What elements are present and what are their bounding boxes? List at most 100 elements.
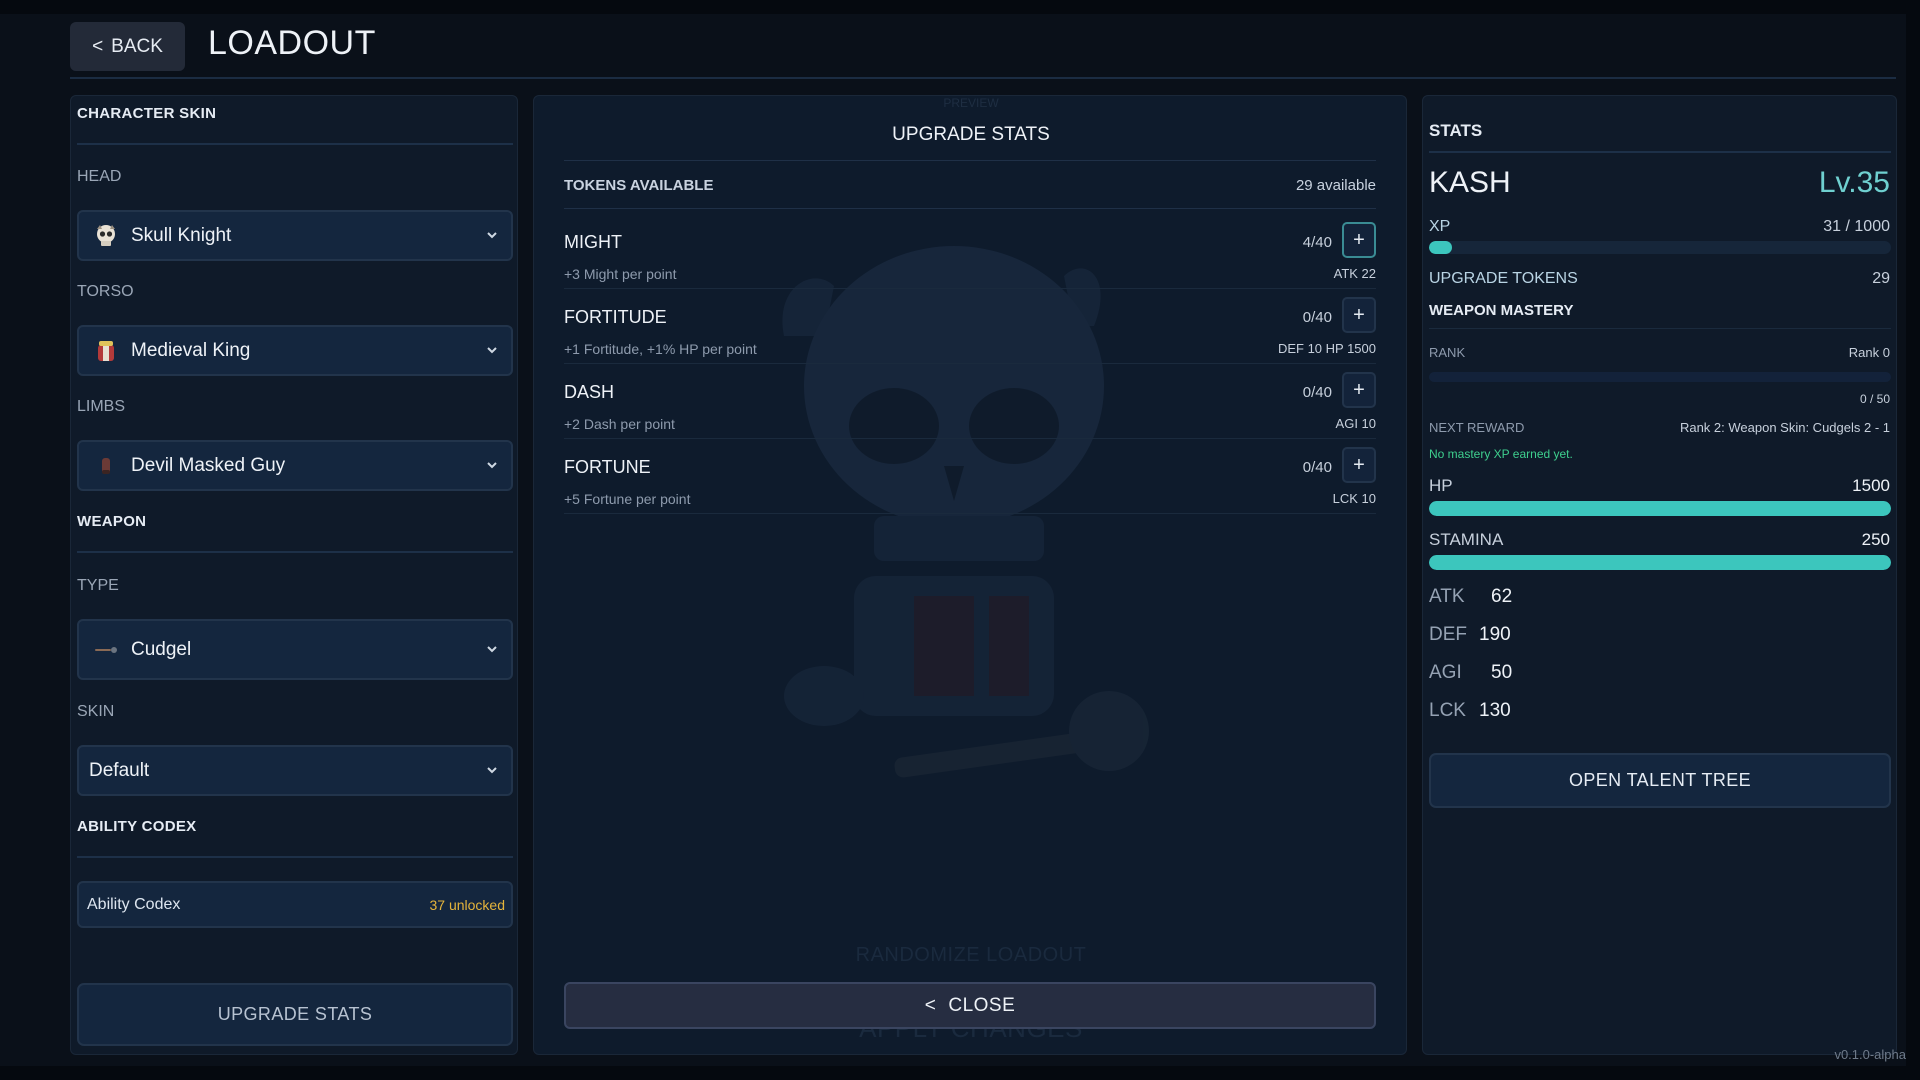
chevron-left-icon: < — [92, 35, 104, 57]
tokens-available-value: 29 available — [1295, 177, 1376, 194]
hp-bar — [1429, 501, 1891, 516]
attribute-atk: ATK 62 — [1429, 586, 1512, 608]
title-divider — [564, 160, 1376, 161]
head-label: HEAD — [77, 168, 122, 185]
chevron-down-icon — [487, 767, 497, 774]
mastery-progress-bar — [1429, 372, 1891, 382]
hp-value: 1500 — [1852, 476, 1890, 495]
stat-bonus: AGI 10 — [1335, 416, 1376, 431]
ability-codex-title: ABILITY CODEX — [77, 818, 197, 835]
stat-name: MIGHT — [564, 232, 622, 252]
stat-row-might: MIGHT +3 Might per point 4/40 ATK 22 + — [564, 221, 1376, 289]
version-label: v0.1.0-alpha — [1834, 1047, 1906, 1062]
stat-desc: +1 Fortitude, +1% HP per point — [564, 341, 757, 357]
stamina-bar-fill — [1429, 555, 1891, 570]
top-frame — [0, 0, 1920, 14]
page-title: LOADOUT — [208, 24, 376, 62]
attribute-key: ATK — [1429, 586, 1465, 607]
codex-unlocked-count: 37 unlocked — [429, 896, 505, 913]
mastery-note: No mastery XP earned yet. — [1429, 447, 1573, 461]
torso-select[interactable]: Medieval King — [77, 325, 513, 376]
attribute-def: DEF 190 — [1429, 624, 1511, 646]
add-might-button[interactable]: + — [1342, 222, 1376, 258]
bottom-frame — [0, 1066, 1920, 1080]
upgrade-stats-button[interactable]: UPGRADE STATS — [77, 983, 513, 1046]
attribute-lck: LCK 130 — [1429, 700, 1511, 722]
upgrade-tokens-value: 29 — [1872, 270, 1890, 287]
cudgel-icon — [91, 635, 121, 665]
chevron-left-icon: < — [924, 994, 937, 1016]
tokens-divider — [564, 208, 1376, 209]
stat-row-fortune: FORTUNE +5 Fortune per point 0/40 LCK 10… — [564, 446, 1376, 514]
attribute-value: 62 — [1491, 586, 1513, 607]
stat-count: 0/40 — [1302, 309, 1332, 326]
limbs-select[interactable]: Devil Masked Guy — [77, 440, 513, 491]
weapon-type-select[interactable]: Cudgel — [77, 619, 513, 680]
section-divider — [77, 143, 513, 145]
stamina-bar — [1429, 555, 1891, 570]
stat-desc: +2 Dash per point — [564, 416, 675, 432]
stat-name: FORTITUDE — [564, 307, 667, 327]
chevron-down-icon — [487, 347, 497, 354]
weapon-title: WEAPON — [77, 513, 147, 530]
rank-label: RANK — [1429, 345, 1466, 360]
skull-icon — [91, 221, 121, 251]
attribute-agi: AGI 50 — [1429, 662, 1512, 684]
attribute-value: 50 — [1491, 662, 1513, 683]
attribute-value: 130 — [1479, 700, 1511, 721]
loadout-panel: CHARACTER SKIN HEAD Skull Knight TORSO M… — [70, 95, 518, 1055]
row-divider — [564, 438, 1376, 439]
hp-bar-fill — [1429, 501, 1891, 516]
stat-count: 4/40 — [1302, 234, 1332, 251]
rank-value: Rank 0 — [1848, 345, 1890, 360]
head-select[interactable]: Skull Knight — [77, 210, 513, 261]
devil-limbs-icon — [91, 451, 121, 481]
player-name: KASH — [1429, 166, 1511, 199]
weapon-type-value: Cudgel — [131, 638, 192, 660]
attribute-value: 190 — [1479, 624, 1511, 645]
upgrade-stats-panel: PREVIEW UPGRADE STATS TOKENS AVAILABLE 2… — [533, 95, 1407, 1055]
right-frame — [1906, 0, 1920, 1080]
attribute-key: DEF — [1429, 624, 1467, 645]
head-value: Skull Knight — [131, 224, 232, 246]
chevron-down-icon — [487, 646, 497, 653]
attribute-key: AGI — [1429, 662, 1462, 683]
open-talent-tree-button[interactable]: OPEN TALENT TREE — [1429, 753, 1891, 808]
close-label: CLOSE — [948, 994, 1016, 1016]
stat-row-dash: DASH +2 Dash per point 0/40 AGI 10 + — [564, 371, 1376, 439]
xp-label: XP — [1429, 218, 1451, 235]
preview-label: PREVIEW — [943, 96, 999, 110]
limbs-label: LIMBS — [77, 398, 126, 415]
tokens-available-label: TOKENS AVAILABLE — [564, 177, 714, 194]
weapon-mastery-title: WEAPON MASTERY — [1429, 302, 1574, 319]
torso-value: Medieval King — [131, 339, 251, 361]
chevron-down-icon — [487, 462, 497, 469]
back-label: BACK — [111, 35, 163, 57]
add-dash-button[interactable]: + — [1342, 372, 1376, 408]
stats-title: STATS — [1429, 121, 1483, 140]
stat-desc: +3 Might per point — [564, 266, 677, 282]
ability-codex-entry[interactable]: Ability Codex 37 unlocked — [77, 881, 513, 928]
stat-count: 0/40 — [1302, 459, 1332, 476]
weapon-skin-select[interactable]: Default — [77, 745, 513, 796]
row-divider — [564, 513, 1376, 514]
add-fortitude-button[interactable]: + — [1342, 297, 1376, 333]
stamina-value: 250 — [1861, 530, 1890, 549]
stat-row-fortitude: FORTITUDE +1 Fortitude, +1% HP per point… — [564, 296, 1376, 364]
stats-panel: STATS KASH Lv.35 XP 31 / 1000 UPGRADE TO… — [1422, 95, 1897, 1055]
add-fortune-button[interactable]: + — [1342, 447, 1376, 483]
section-divider — [77, 856, 513, 858]
randomize-loadout-ghost: RANDOMIZE LOADOUT — [855, 944, 1087, 966]
upgrade-tokens-label: UPGRADE TOKENS — [1429, 270, 1578, 287]
torso-label: TORSO — [77, 283, 134, 300]
xp-value: 31 / 1000 — [1823, 218, 1890, 235]
stat-bonus: ATK 22 — [1333, 266, 1376, 281]
skin-label: SKIN — [77, 703, 115, 720]
stat-name: FORTUNE — [564, 457, 651, 477]
row-divider — [564, 363, 1376, 364]
close-button[interactable]: < CLOSE — [564, 982, 1376, 1029]
king-torso-icon — [91, 336, 121, 366]
header-divider — [70, 77, 1896, 79]
player-level: Lv.35 — [1818, 166, 1890, 199]
back-button[interactable]: < BACK — [70, 22, 185, 71]
